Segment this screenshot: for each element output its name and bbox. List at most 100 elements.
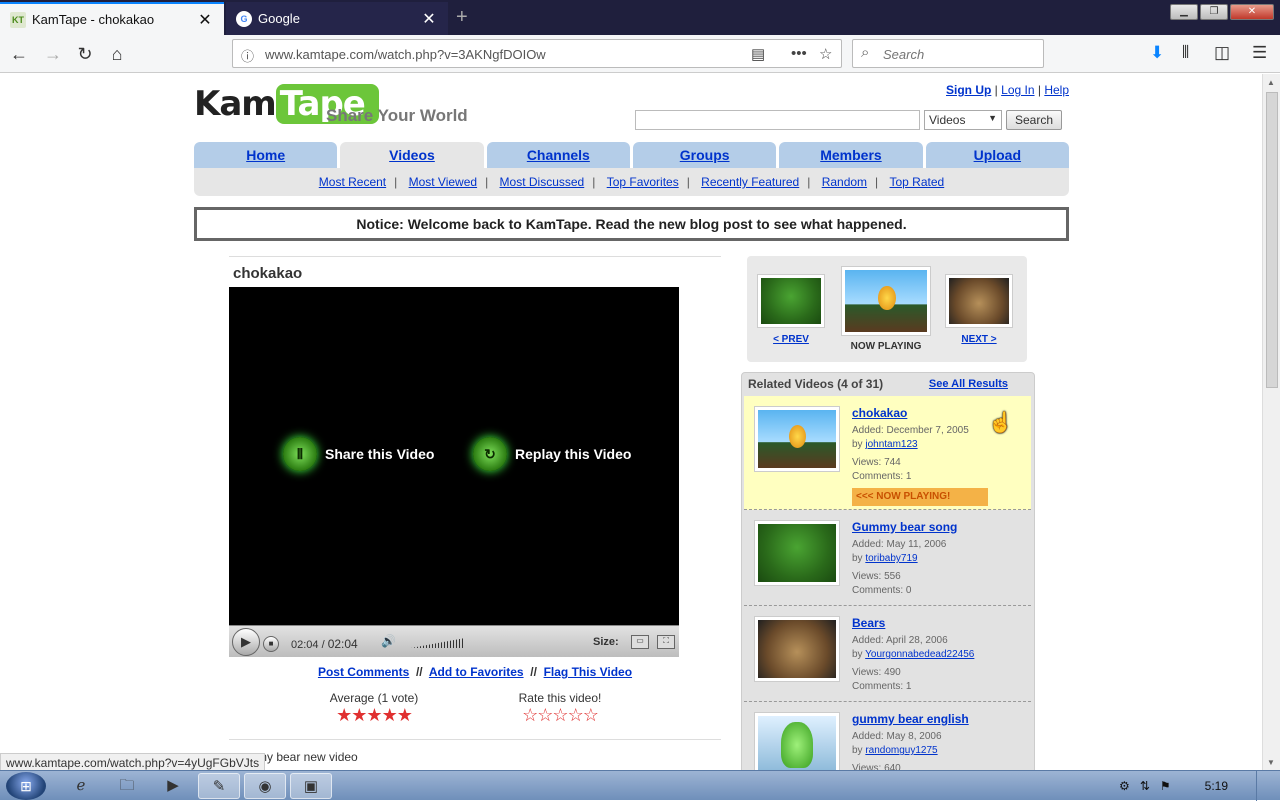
scrollbar-thumb[interactable] — [1266, 92, 1278, 388]
reload-icon[interactable]: ↻ — [74, 43, 96, 65]
flag-video-link[interactable]: Flag This Video — [544, 665, 632, 679]
author-link[interactable]: Yourgonnabedead22456 — [865, 649, 974, 660]
nav-tab-label[interactable]: Home — [246, 147, 285, 163]
subnav-top-favorites[interactable]: Top Favorites — [607, 175, 679, 189]
stop-icon[interactable]: ■ — [263, 636, 279, 652]
search-button[interactable]: Search — [1006, 110, 1063, 130]
browser-search-bar[interactable]: ⌕ — [852, 39, 1044, 68]
home-icon[interactable]: ⌂ — [106, 43, 128, 65]
flag-icon[interactable]: ⚑ — [1160, 779, 1171, 793]
tray-app-icon[interactable]: ⚙ — [1119, 779, 1130, 793]
related-thumbnail[interactable] — [754, 406, 840, 472]
related-thumbnail[interactable] — [754, 520, 840, 586]
nav-tab-home[interactable]: Home — [194, 142, 338, 168]
download-icon[interactable]: ⬇ — [1150, 43, 1164, 63]
url-bar[interactable]: ⓘ www.kamtape.com/watch.php?v=3AKNgfDOIO… — [232, 39, 842, 68]
log-in-link[interactable]: Log In — [1001, 83, 1034, 97]
show-desktop-button[interactable] — [1256, 771, 1268, 801]
volume-slider[interactable] — [411, 638, 465, 648]
sidebar-icon[interactable]: ◫ — [1214, 43, 1230, 63]
next-thumbnail[interactable] — [945, 274, 1013, 328]
subnav-most-discussed[interactable]: Most Discussed — [500, 175, 585, 189]
close-icon[interactable]: ✕ — [196, 10, 214, 30]
related-info: chokakao Added: December 7, 2005 by john… — [852, 406, 988, 506]
sign-up-link[interactable]: Sign Up — [946, 83, 991, 97]
taskbar-app-1-icon[interactable]: ✎ — [198, 773, 240, 799]
folder-icon[interactable]: 🗀 — [106, 773, 148, 799]
internet-explorer-icon[interactable]: ℯ — [60, 773, 102, 799]
volume-icon[interactable]: 🔊 — [381, 634, 396, 648]
post-comments-link[interactable]: Post Comments — [318, 665, 409, 679]
menu-icon[interactable]: ☰ — [1252, 43, 1267, 63]
subnav-most-viewed[interactable]: Most Viewed — [409, 175, 477, 189]
scroll-down-icon[interactable]: ▼ — [1267, 758, 1275, 767]
replay-video-button[interactable]: ↻ Replay this Video — [473, 437, 631, 471]
restore-icon[interactable]: ❐ — [1200, 4, 1228, 20]
add-to-favorites-link[interactable]: Add to Favorites — [429, 665, 524, 679]
subnav-most-recent[interactable]: Most Recent — [319, 175, 386, 189]
next-link[interactable]: NEXT > — [961, 334, 996, 345]
page-scrollbar[interactable]: ▲ ▼ — [1262, 74, 1280, 770]
minimize-icon[interactable]: ▁ — [1170, 4, 1198, 20]
author-link[interactable]: randomguy1275 — [865, 745, 937, 756]
related-title-link[interactable]: gummy bear english — [852, 712, 969, 726]
comments-count: 1 — [905, 681, 912, 692]
author-link[interactable]: toribaby719 — [865, 553, 917, 564]
share-video-button[interactable]: ⦀ Share this Video — [283, 437, 434, 471]
start-button[interactable]: ⊞ — [6, 772, 46, 800]
nav-tab-label[interactable]: Videos — [389, 147, 435, 163]
nav-tab-label[interactable]: Channels — [527, 147, 590, 163]
subnav-recently-featured[interactable]: Recently Featured — [701, 175, 799, 189]
window-close-icon[interactable]: ✕ — [1230, 4, 1274, 20]
network-icon[interactable]: ⇅ — [1140, 779, 1150, 793]
nav-tab-label[interactable]: Upload — [974, 147, 1021, 163]
tab-kamtape[interactable]: KT KamTape - chokakao ✕ — [0, 2, 224, 35]
site-search-input[interactable] — [635, 110, 920, 130]
search-type-select[interactable]: Videos ▼ — [924, 110, 1002, 130]
related-thumbnail[interactable] — [754, 616, 840, 682]
info-icon[interactable]: ⓘ — [241, 46, 254, 65]
prev-link[interactable]: < PREV — [773, 334, 809, 345]
reader-view-icon[interactable]: ▤ — [751, 45, 765, 63]
related-title-link[interactable]: Gummy bear song — [852, 520, 957, 534]
scroll-up-icon[interactable]: ▲ — [1267, 78, 1275, 87]
firefox-icon[interactable]: ◉ — [244, 773, 286, 799]
list-item[interactable]: Bears Added: April 28, 2006 by Yourgonna… — [744, 606, 1031, 702]
related-title-link[interactable]: Bears — [852, 616, 974, 630]
author-link[interactable]: johntam123 — [865, 439, 917, 450]
rate-stars[interactable]: ☆☆☆☆☆ — [485, 705, 635, 726]
close-icon[interactable]: ✕ — [420, 9, 438, 29]
video-player[interactable]: ⦀ Share this Video ↻ Replay this Video — [229, 287, 679, 625]
tab-google[interactable]: G Google ✕ — [226, 2, 448, 35]
subnav-top-rated[interactable]: Top Rated — [890, 175, 945, 189]
page-actions-icon[interactable]: ••• — [791, 45, 807, 62]
help-link[interactable]: Help — [1044, 83, 1069, 97]
prev-thumbnail[interactable] — [757, 274, 825, 328]
forward-icon[interactable]: → — [42, 43, 64, 65]
related-title-link[interactable]: chokakao — [852, 406, 988, 420]
bookmark-star-icon[interactable]: ☆ — [819, 45, 832, 63]
media-player-icon[interactable]: ▶ — [152, 773, 194, 799]
normal-size-icon[interactable]: ▭ — [631, 635, 649, 649]
nav-tab-videos[interactable]: Videos — [340, 142, 484, 168]
now-playing-thumbnail[interactable] — [841, 266, 931, 336]
nav-tab-upload[interactable]: Upload — [925, 142, 1069, 168]
nav-tab-label[interactable]: Members — [820, 147, 881, 163]
browser-search-input[interactable] — [883, 45, 1033, 63]
subnav-random[interactable]: Random — [822, 175, 867, 189]
taskbar-app-3-icon[interactable]: ▣ — [290, 773, 332, 799]
nav-tab-groups[interactable]: Groups — [632, 142, 777, 168]
see-all-results-link[interactable]: See All Results — [929, 373, 1008, 395]
nav-tab-channels[interactable]: Channels — [486, 142, 630, 168]
new-tab-icon[interactable]: + — [456, 6, 468, 29]
play-icon[interactable]: ▶ — [232, 628, 260, 656]
clock[interactable]: 5:19 — [1205, 779, 1228, 793]
back-icon[interactable]: ← — [8, 43, 30, 65]
fullscreen-icon[interactable]: ⛶ — [657, 635, 675, 649]
list-item[interactable]: Gummy bear song Added: May 11, 2006 by t… — [744, 510, 1031, 606]
nav-tab-members[interactable]: Members — [779, 142, 923, 168]
nav-tab-label[interactable]: Groups — [680, 147, 730, 163]
related-thumbnail[interactable] — [754, 712, 840, 770]
library-icon[interactable]: ⫴ — [1182, 43, 1189, 63]
list-item[interactable]: gummy bear english Added: May 8, 2006 by… — [744, 702, 1031, 770]
